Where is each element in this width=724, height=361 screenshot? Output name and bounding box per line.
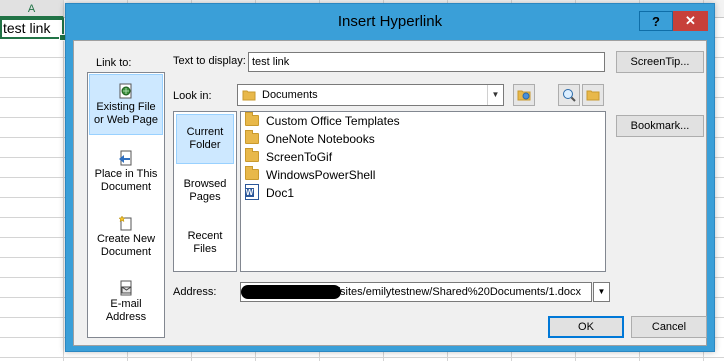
browse-web-search-button[interactable]: [558, 84, 580, 106]
address-label: Address:: [173, 286, 217, 298]
text-to-display-input[interactable]: [248, 52, 605, 72]
dialog-client-area: Link to: Existing File or Web Page Place…: [73, 40, 707, 346]
browse-web-icon: [517, 88, 531, 105]
word-document-icon: [245, 184, 259, 200]
list-item[interactable]: ScreenToGif: [245, 148, 332, 166]
file-name: Doc1: [266, 186, 295, 200]
link-to-place-in-document[interactable]: Place in This Document: [89, 150, 163, 200]
address-value: /sites/emilytestnew/Shared%20Documents/1…: [337, 286, 581, 298]
link-to-existing-file-line2: or Web Page: [93, 114, 158, 126]
list-item[interactable]: OneNote Notebooks: [245, 130, 375, 148]
tab-browsed-pages-line2: Pages: [189, 191, 221, 203]
text-to-display-label: Text to display:: [173, 55, 246, 67]
tab-recent-files-line2: Files: [193, 243, 217, 255]
look-in-value: Documents: [262, 89, 318, 101]
close-button[interactable]: ✕: [673, 11, 708, 31]
link-to-panel: Existing File or Web Page Place in This …: [87, 72, 165, 338]
link-to-create-new-line1: Create New: [96, 233, 156, 245]
tab-current-folder-line1: Current: [186, 126, 224, 138]
browse-file-icon: [586, 88, 600, 105]
link-to-place-line2: Document: [100, 181, 152, 193]
chevron-down-icon[interactable]: ▼: [487, 85, 503, 105]
link-to-email-address[interactable]: E-mail Address: [89, 280, 163, 330]
link-to-email-line1: E-mail: [110, 298, 142, 310]
list-item[interactable]: WindowsPowerShell: [245, 166, 375, 184]
bookmark-button[interactable]: Bookmark...: [616, 115, 704, 137]
file-name: ScreenToGif: [266, 150, 333, 164]
chevron-down-icon: ▼: [597, 287, 606, 296]
browse-globe-icon: [562, 88, 576, 105]
link-to-existing-file-line1: Existing File: [96, 101, 156, 113]
look-in-label: Look in:: [173, 90, 212, 102]
cell-a1[interactable]: test link: [0, 18, 66, 41]
browse-web-button[interactable]: [513, 84, 535, 106]
link-to-create-new-line2: Document: [100, 246, 152, 258]
look-in-dropdown[interactable]: Documents ▼: [237, 84, 504, 106]
existing-file-icon: [118, 83, 134, 99]
link-to-email-line2: Address: [105, 311, 147, 323]
dialog-titlebar[interactable]: Insert Hyperlink ? ✕: [66, 4, 714, 40]
browse-file-button[interactable]: [582, 84, 604, 106]
link-to-create-new-document[interactable]: Create New Document: [89, 215, 163, 265]
tab-current-folder[interactable]: Current Folder: [176, 114, 234, 164]
tab-current-folder-line2: Folder: [189, 139, 221, 151]
help-button[interactable]: ?: [639, 11, 673, 31]
folder-icon: [245, 166, 259, 180]
new-document-icon: [118, 215, 134, 231]
list-item[interactable]: Custom Office Templates: [245, 112, 400, 130]
link-to-place-line1: Place in This: [94, 168, 158, 180]
file-name: Custom Office Templates: [266, 114, 400, 128]
file-name: OneNote Notebooks: [266, 132, 375, 146]
file-name: WindowsPowerShell: [266, 168, 376, 182]
list-item[interactable]: Doc1: [245, 184, 294, 202]
file-list: Custom Office Templates OneNote Notebook…: [240, 111, 606, 272]
link-to-existing-file[interactable]: Existing File or Web Page: [89, 74, 163, 135]
tab-recent-files-line1: Recent: [187, 230, 223, 242]
tab-browsed-pages-line1: Browsed: [183, 178, 227, 190]
address-dropdown-button[interactable]: ▼: [593, 282, 610, 302]
folder-icon: [245, 112, 259, 126]
link-to-label: Link to:: [96, 57, 132, 69]
redaction-bar: [241, 285, 341, 299]
insert-hyperlink-dialog: Insert Hyperlink ? ✕ Link to: Existing F…: [65, 3, 715, 352]
address-input[interactable]: /sites/emilytestnew/Shared%20Documents/1…: [240, 282, 592, 302]
browse-tabs: Current Folder Browsed Pages Recent File…: [173, 111, 237, 272]
look-in-folder-icon: [242, 88, 256, 105]
place-in-document-icon: [118, 150, 134, 166]
email-icon: [118, 280, 134, 296]
column-header-a[interactable]: A: [0, 0, 64, 18]
folder-icon: [245, 148, 259, 162]
folder-icon: [245, 130, 259, 144]
dialog-title: Insert Hyperlink: [337, 13, 443, 30]
tab-browsed-pages[interactable]: Browsed Pages: [176, 174, 234, 210]
screentip-button[interactable]: ScreenTip...: [616, 51, 704, 73]
cancel-button[interactable]: Cancel: [631, 316, 707, 338]
tab-recent-files[interactable]: Recent Files: [176, 226, 234, 262]
ok-button[interactable]: OK: [548, 316, 624, 338]
